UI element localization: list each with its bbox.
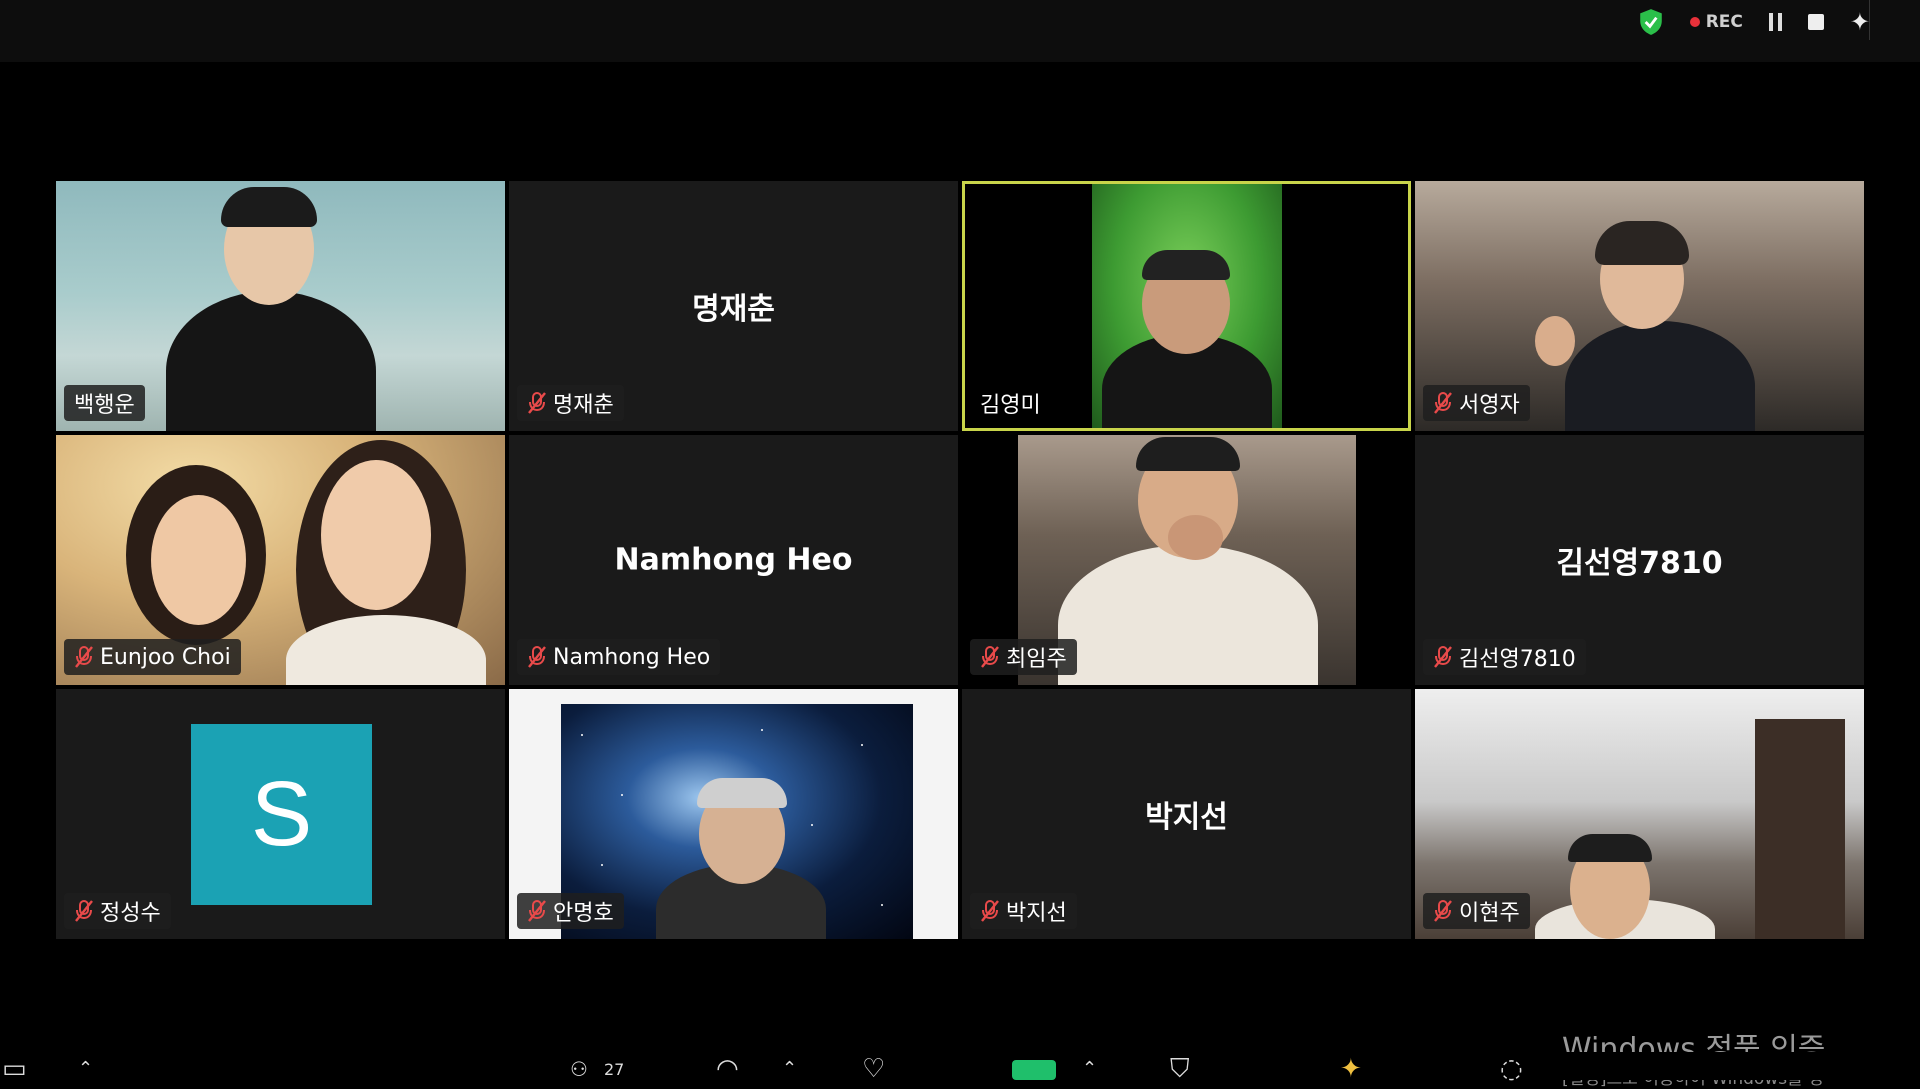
- recording-indicator: REC: [1689, 12, 1743, 32]
- stop-icon[interactable]: [1807, 14, 1824, 30]
- name-tag: 김선영7810: [1423, 639, 1586, 675]
- chat-icon[interactable]: ◠: [716, 1056, 739, 1082]
- participant-name: 정성수: [100, 901, 161, 926]
- recording-controls: REC ✦: [1638, 6, 1870, 38]
- mic-muted-icon: [1434, 646, 1452, 668]
- name-tag: 최임주: [970, 639, 1077, 675]
- top-bar: [0, 0, 1920, 62]
- security-icon[interactable]: ⛉: [1170, 1056, 1190, 1082]
- participant-tile-7[interactable]: 최임주: [962, 435, 1411, 685]
- pause-icon[interactable]: [1768, 13, 1782, 31]
- mic-muted-icon: [1434, 900, 1452, 922]
- name-tag: Eunjoo Choi: [64, 639, 241, 675]
- participant-name: 서영자: [1459, 393, 1520, 418]
- participant-tile-9[interactable]: S 정성수: [56, 689, 505, 939]
- video-off-icon[interactable]: ▭: [2, 1056, 27, 1082]
- mic-muted-icon: [528, 392, 546, 414]
- mic-muted-icon: [528, 646, 546, 668]
- name-tag: 서영자: [1423, 385, 1530, 421]
- participant-tile-5[interactable]: Eunjoo Choi: [56, 435, 505, 685]
- chevron-up-icon[interactable]: ⌃: [1082, 1056, 1097, 1082]
- name-tag: Namhong Heo: [517, 639, 721, 675]
- name-tag: 김영미: [970, 385, 1051, 421]
- mic-muted-icon: [75, 646, 93, 668]
- mic-muted-icon: [75, 900, 93, 922]
- participant-tile-10[interactable]: 안명호: [509, 689, 958, 939]
- ai-companion-icon[interactable]: ✦: [1340, 1056, 1362, 1082]
- sparkle-icon[interactable]: ✦: [1850, 8, 1870, 36]
- reactions-icon[interactable]: ♡: [862, 1056, 885, 1082]
- record-dot-icon: [1689, 17, 1700, 27]
- name-tag: 명재춘: [517, 385, 624, 421]
- name-tag: 이현주: [1423, 893, 1530, 929]
- name-tag: 정성수: [64, 893, 171, 929]
- participants-count: 27: [604, 1060, 625, 1079]
- participant-name: 김선영7810: [1459, 647, 1576, 672]
- shield-check-icon[interactable]: [1638, 8, 1664, 36]
- mic-muted-icon: [981, 646, 999, 668]
- participant-tile-8[interactable]: 김선영7810 김선영7810: [1415, 435, 1864, 685]
- participant-name: 안명호: [553, 901, 614, 926]
- mic-muted-icon: [1434, 392, 1452, 414]
- participant-tile-1[interactable]: 백행운: [56, 181, 505, 431]
- participant-name: 박지선: [1006, 901, 1067, 926]
- meeting-toolbar: [0, 1052, 1920, 1080]
- participant-tile-12[interactable]: 이현주: [1415, 689, 1864, 939]
- chevron-up-icon[interactable]: ⌃: [78, 1056, 93, 1082]
- mic-muted-icon: [981, 900, 999, 922]
- name-tag: 백행운: [64, 385, 145, 421]
- participant-display-name: 명재춘: [692, 292, 775, 327]
- participant-display-name: 박지선: [1145, 800, 1228, 835]
- participant-name: 김영미: [980, 393, 1041, 418]
- participant-tile-3[interactable]: 김영미: [962, 181, 1411, 431]
- participant-display-name: 김선영7810: [1556, 546, 1723, 581]
- share-screen-icon[interactable]: [1012, 1060, 1056, 1080]
- gallery-grid: 백행운 명재춘 명재춘 김영미 서영자 Eunjoo Choi Namhong …: [56, 181, 1866, 941]
- video-feed: [1092, 184, 1282, 428]
- divider: [1869, 0, 1870, 40]
- participant-tile-2[interactable]: 명재춘 명재춘: [509, 181, 958, 431]
- name-tag: 박지선: [970, 893, 1077, 929]
- mic-muted-icon: [528, 900, 546, 922]
- participant-tile-6[interactable]: Namhong Heo Namhong Heo: [509, 435, 958, 685]
- more-icon[interactable]: ◌: [1500, 1056, 1523, 1082]
- participant-name: 최임주: [1006, 647, 1067, 672]
- participant-display-name: Namhong Heo: [614, 542, 853, 578]
- participant-name: 명재춘: [553, 393, 614, 418]
- participant-tile-4[interactable]: 서영자: [1415, 181, 1864, 431]
- participants-icon[interactable]: ⚇: [570, 1056, 588, 1082]
- recording-label: REC: [1705, 12, 1743, 32]
- participant-name: Namhong Heo: [553, 644, 711, 670]
- participant-tile-11[interactable]: 박지선 박지선: [962, 689, 1411, 939]
- avatar: S: [191, 724, 372, 905]
- participant-name: 이현주: [1459, 901, 1520, 926]
- participant-name: Eunjoo Choi: [100, 644, 231, 670]
- participant-name: 백행운: [74, 393, 135, 418]
- chevron-up-icon[interactable]: ⌃: [782, 1056, 797, 1082]
- name-tag: 안명호: [517, 893, 624, 929]
